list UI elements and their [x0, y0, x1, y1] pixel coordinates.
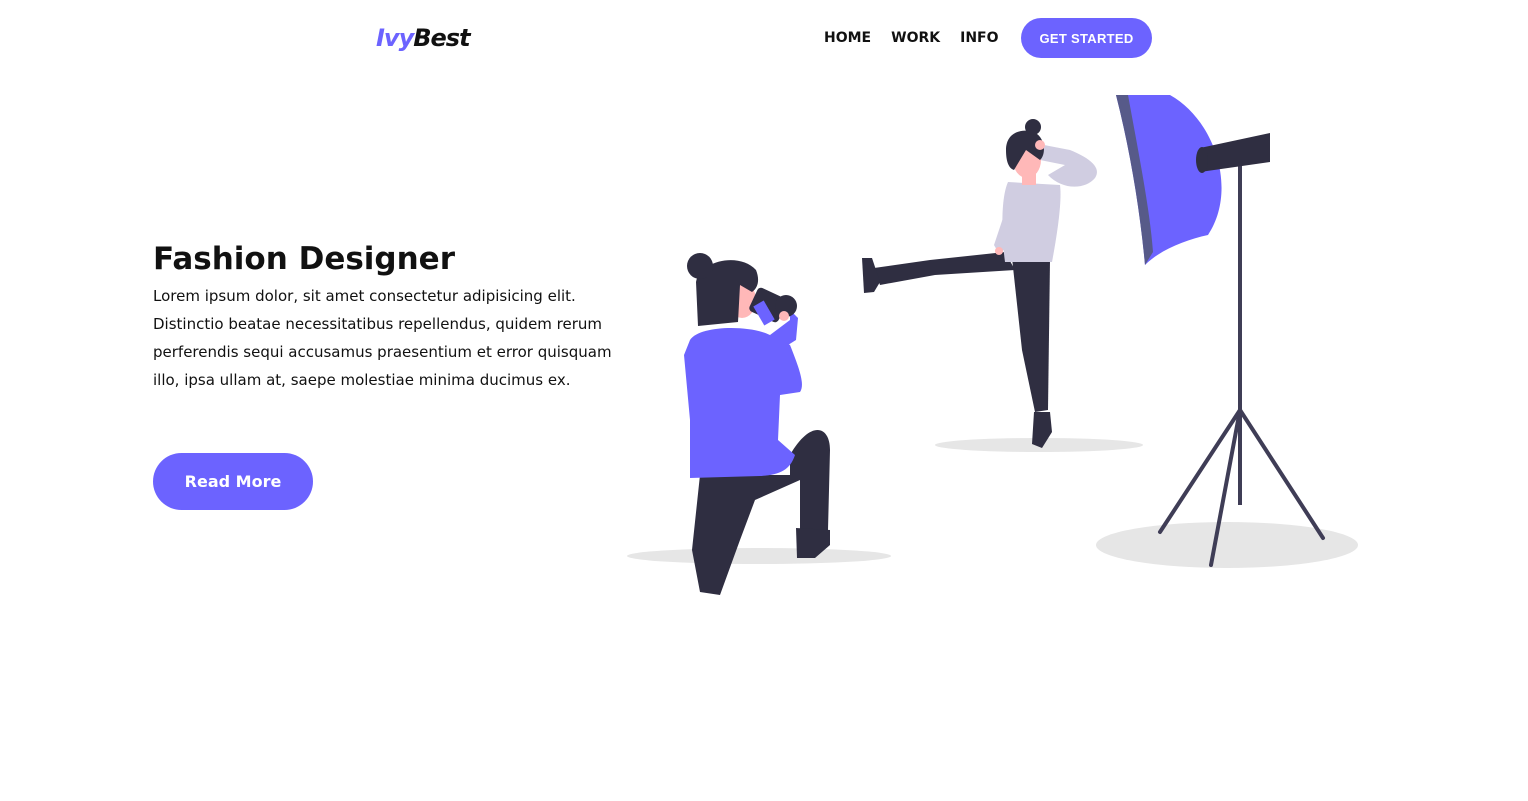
hero-description: Lorem ipsum dolor, sit amet consectetur … [153, 287, 612, 389]
logo-best: Best [413, 24, 470, 52]
nav-home[interactable]: HOME [824, 28, 871, 48]
logo[interactable]: IvyBest [376, 22, 471, 54]
hero-title: Fashion Designer [153, 241, 455, 277]
photographer-shadow [627, 548, 891, 564]
nav-info[interactable]: INFO [960, 28, 998, 48]
photographer-figure [684, 253, 830, 595]
model-figure [862, 119, 1098, 448]
get-started-button[interactable]: GET STARTED [1021, 18, 1152, 58]
nav-work[interactable]: WORK [891, 28, 940, 48]
main-nav: HOME WORK INFO [824, 28, 999, 48]
photo-shoot-illustration [627, 95, 1358, 595]
landing-page: IvyBest HOME WORK INFO GET STARTED Fashi… [0, 0, 1528, 801]
read-more-button[interactable]: Read More [153, 453, 313, 510]
studio-light [1116, 95, 1325, 567]
logo-ivy: Ivy [376, 24, 414, 52]
